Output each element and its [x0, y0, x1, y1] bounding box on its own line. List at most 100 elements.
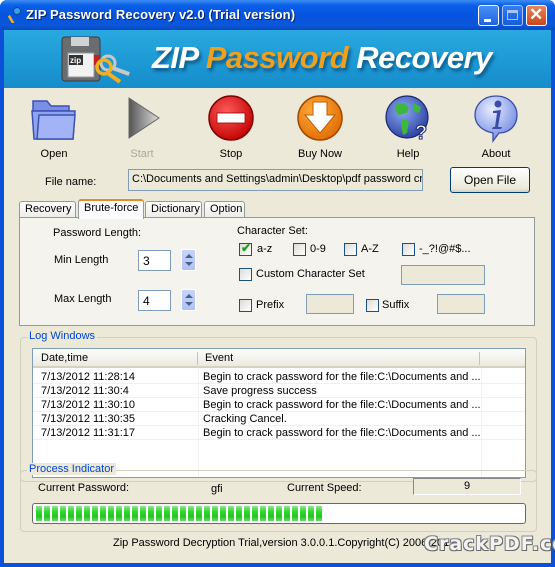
log-list[interactable]: Date,time Event 7/13/2012 11:28:14 Begin…: [32, 348, 526, 478]
custom-charset-checkbox[interactable]: [239, 268, 252, 281]
spin-up-icon: [185, 254, 193, 258]
progress-segment: [196, 506, 202, 521]
progress-segment: [188, 506, 194, 521]
suffix-input[interactable]: [437, 294, 485, 314]
file-name-field[interactable]: C:\Documents and Settings\admin\Desktop\…: [128, 169, 423, 191]
max-length-spinner[interactable]: [181, 289, 196, 311]
tab-dictionary[interactable]: Dictionary: [145, 201, 202, 218]
charset-lowercase-label: a-z: [257, 243, 273, 255]
progress-segment: [300, 506, 306, 521]
maximize-icon: [507, 10, 518, 20]
progress-segment: [284, 506, 290, 521]
start-button[interactable]: Start: [107, 93, 177, 163]
tab-option[interactable]: Option: [204, 201, 245, 218]
password-length-label: Password Length:: [53, 227, 142, 239]
log-datetime: 7/13/2012 11:30:35: [41, 413, 135, 425]
progress-segment: [76, 506, 82, 521]
maximize-button[interactable]: [502, 5, 523, 26]
copyright-text: Zip Password Decryption Trial,version 3.…: [113, 537, 456, 549]
tab-recovery[interactable]: Recovery: [19, 201, 76, 218]
progress-segment: [228, 506, 234, 521]
min-length-label: Min Length: [54, 254, 109, 266]
charset-uppercase-checkbox[interactable]: [344, 243, 357, 256]
log-event: Begin to crack password for the file:C:\…: [203, 371, 481, 383]
window-title: ZIP Password Recovery v2.0 (Trial versio…: [26, 7, 296, 22]
current-speed-label: Current Speed:: [287, 482, 362, 494]
log-row[interactable]: 7/13/2012 11:30:10 Begin to crack passwo…: [33, 398, 525, 412]
max-length-input[interactable]: 4: [138, 290, 171, 311]
progress-segment: [68, 506, 74, 521]
minimize-button[interactable]: [478, 5, 499, 26]
log-datetime: 7/13/2012 11:31:17: [41, 427, 135, 439]
progress-segment: [164, 506, 170, 521]
globe-help-icon: ?: [385, 95, 429, 143]
prefix-input[interactable]: [306, 294, 354, 314]
process-indicator-title: Process Indicator: [27, 463, 116, 475]
progress-segment: [260, 506, 266, 521]
log-windows-title: Log Windows: [27, 330, 98, 342]
spin-down-icon: [185, 262, 193, 266]
progress-segment: [84, 506, 90, 521]
progress-segment: [52, 506, 58, 521]
suffix-checkbox[interactable]: [366, 299, 379, 312]
progress-segment: [268, 506, 274, 521]
suffix-label: Suffix: [382, 299, 410, 311]
progress-segment: [124, 506, 130, 521]
column-event[interactable]: Event: [205, 352, 233, 364]
buy-now-button[interactable]: Buy Now: [285, 93, 355, 163]
progress-segment: [180, 506, 186, 521]
progress-segment: [204, 506, 210, 521]
progress-segment: [116, 506, 122, 521]
log-row[interactable]: 7/13/2012 11:28:14 Begin to crack passwo…: [33, 370, 525, 384]
log-row[interactable]: 7/13/2012 11:30:4 Save progress success: [33, 384, 525, 398]
column-separator[interactable]: [479, 352, 480, 365]
log-datetime: 7/13/2012 11:30:4: [41, 385, 129, 397]
stop-icon: [208, 95, 254, 141]
about-label: About: [481, 148, 511, 160]
spin-up-icon: [185, 294, 193, 298]
log-list-header: Date,time Event: [33, 349, 525, 368]
minimize-icon: [484, 19, 491, 22]
svg-text:?: ?: [415, 122, 427, 143]
open-button[interactable]: Open: [19, 93, 89, 163]
stop-button[interactable]: Stop: [196, 93, 266, 163]
min-length-input[interactable]: 3: [138, 250, 171, 271]
charset-uppercase-label: A-Z: [361, 243, 379, 255]
close-icon: ✕: [529, 5, 544, 24]
progress-segment: [44, 506, 50, 521]
charset-digits-checkbox[interactable]: [293, 243, 306, 256]
current-password-value: gfi: [211, 483, 223, 495]
download-arrow-icon: [297, 95, 343, 141]
log-datetime: 7/13/2012 11:30:10: [41, 399, 135, 411]
prefix-checkbox[interactable]: [239, 299, 252, 312]
log-row[interactable]: 7/13/2012 11:31:17 Begin to crack passwo…: [33, 426, 525, 440]
progress-segment: [140, 506, 146, 521]
close-button[interactable]: ✕: [526, 5, 547, 26]
prefix-label: Prefix: [256, 299, 285, 311]
progress-segment: [100, 506, 106, 521]
open-file-button[interactable]: Open File: [450, 167, 530, 193]
character-set-label: Character Set:: [237, 225, 308, 237]
progress-segment: [212, 506, 218, 521]
about-button[interactable]: About: [461, 93, 531, 163]
tab-brute-force[interactable]: Brute-force: [78, 199, 144, 219]
log-row[interactable]: 7/13/2012 11:30:35 Cracking Cancel.: [33, 412, 525, 426]
banner: zip ZIP Password Recovery: [4, 30, 551, 88]
title-bar[interactable]: ZIP Password Recovery v2.0 (Trial versio…: [0, 0, 555, 30]
progress-segment: [276, 506, 282, 521]
play-icon: [128, 97, 160, 139]
file-name-label: File name:: [45, 176, 97, 188]
custom-charset-input[interactable]: [401, 265, 485, 285]
progress-segment: [244, 506, 250, 521]
column-datetime[interactable]: Date,time: [41, 352, 88, 364]
help-label: Help: [396, 148, 420, 160]
progress-segment: [220, 506, 226, 521]
progress-segment: [108, 506, 114, 521]
help-button[interactable]: ? Help: [373, 93, 443, 163]
folder-icon: [31, 100, 76, 140]
min-length-spinner[interactable]: [181, 249, 196, 271]
log-event: Begin to crack password for the file:C:\…: [203, 399, 481, 411]
charset-symbols-checkbox[interactable]: [402, 243, 415, 256]
charset-lowercase-checkbox[interactable]: ✔: [239, 241, 252, 256]
column-separator[interactable]: [197, 352, 198, 365]
